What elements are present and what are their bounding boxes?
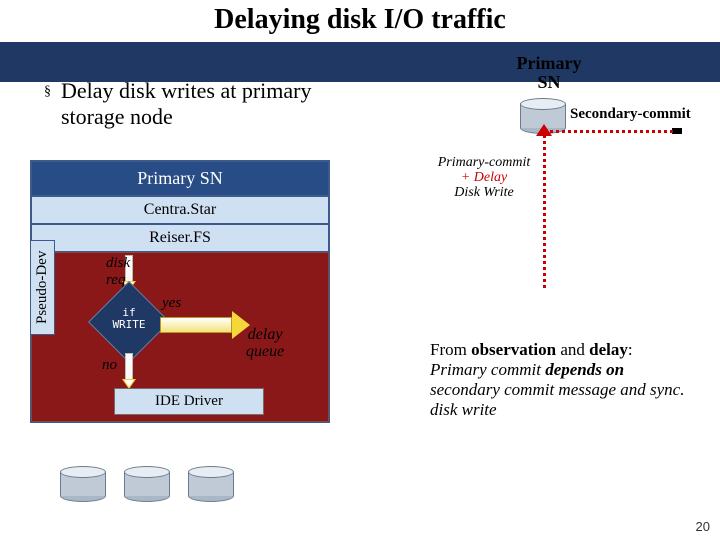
- no-label: no: [102, 357, 117, 374]
- disk-icon: [60, 466, 106, 502]
- primary-sn-label: Primary SN: [504, 54, 594, 92]
- page-number: 20: [696, 519, 710, 534]
- layer-reiserfs: Reiser.FS: [31, 224, 329, 252]
- arrow-no-down: [122, 353, 136, 389]
- secondary-arrowhead-icon: [536, 124, 552, 136]
- secondary-commit-path-h: [543, 130, 673, 133]
- disk-icon: [188, 466, 234, 502]
- observation-text: From observation and delay: Primary comm…: [430, 340, 690, 420]
- disk-icons-row: [60, 466, 234, 502]
- disk-icon: [124, 466, 170, 502]
- delay-queue-label: delay queue: [246, 327, 284, 361]
- bullet-row: § Delay disk writes at primary storage n…: [44, 78, 354, 131]
- stack: Primary SN Centra.Star Reiser.FS Pseudo-…: [30, 160, 330, 423]
- pseudo-dev-label: Pseudo-Dev: [30, 240, 55, 335]
- primary-commit-label: Primary-commit + Delay Disk Write: [424, 155, 544, 200]
- arrow-yes-right: [160, 311, 250, 339]
- bullet-text: Delay disk writes at primary storage nod…: [61, 78, 354, 131]
- yes-label: yes: [162, 295, 181, 312]
- slide-title: Delaying disk I/O traffic: [0, 0, 720, 42]
- pseudo-dev-region: Pseudo-Dev disk req if WRITE yes delay q…: [31, 252, 329, 422]
- stack-header: Primary SN: [31, 161, 329, 196]
- title-bar: [0, 42, 720, 82]
- ide-driver: IDE Driver: [114, 388, 264, 415]
- secondary-commit-origin: [672, 128, 682, 134]
- decision-if-write: if WRITE: [100, 293, 160, 353]
- layer-centrastar: Centra.Star: [31, 196, 329, 224]
- secondary-commit-label: Secondary-commit: [570, 106, 691, 123]
- bullet-marker: §: [44, 84, 51, 131]
- primary-commit-path-v: [543, 128, 546, 288]
